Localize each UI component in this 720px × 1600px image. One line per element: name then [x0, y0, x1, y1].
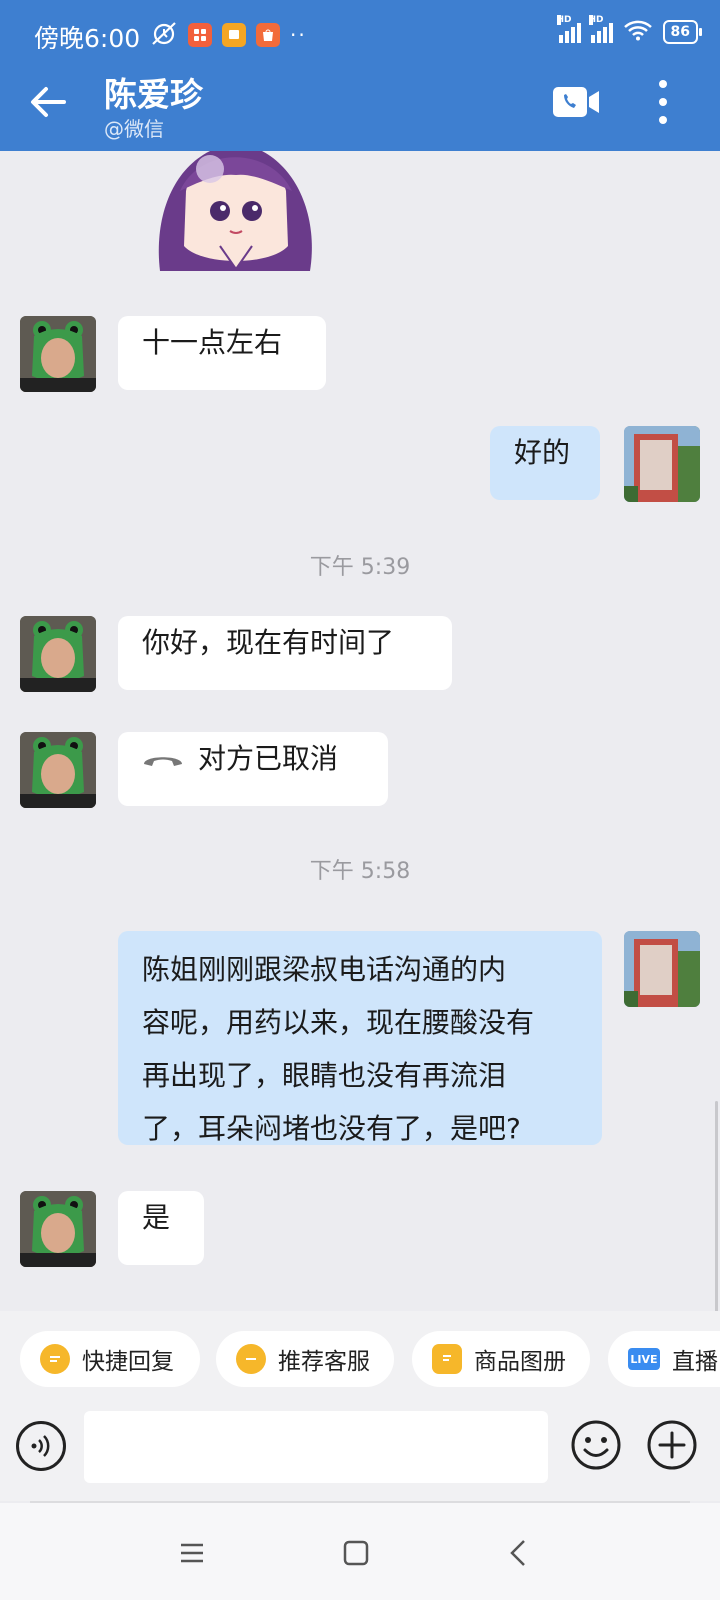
message-line: 陈姐刚刚跟梁叔电话沟通的内 — [142, 953, 507, 986]
signal-icon: HD — [556, 15, 581, 43]
contact-source: @微信 — [104, 117, 164, 141]
message-bubble-self[interactable]: 陈姐刚刚跟梁叔电话沟通的内 容呢，用药以来，现在腰酸没有 再出现了，眼睛也没有再… — [118, 931, 602, 1145]
app-notification-icon — [188, 23, 212, 47]
message-input[interactable] — [84, 1411, 548, 1483]
live-icon: LIVE — [628, 1348, 660, 1370]
quick-reply-label: 快捷回复 — [82, 1349, 174, 1375]
shop-notification-icon — [256, 23, 280, 47]
chevron-left-icon — [510, 1540, 525, 1566]
quick-actions-bar: 快捷回复 推荐客服 商品图册 LIVE 直播 — [0, 1311, 720, 1401]
product-album-icon — [432, 1344, 462, 1374]
product-album-button[interactable]: 商品图册 — [412, 1331, 590, 1387]
product-album-label: 商品图册 — [474, 1349, 566, 1375]
recommend-service-label: 推荐客服 — [278, 1349, 370, 1375]
live-button[interactable]: LIVE 直播 — [608, 1331, 720, 1387]
quick-reply-button[interactable]: 快捷回复 — [20, 1331, 200, 1387]
system-back-button[interactable] — [500, 1533, 540, 1573]
home-button[interactable] — [336, 1533, 376, 1573]
signal-icon-2: HD — [588, 15, 613, 43]
contact-avatar[interactable] — [20, 316, 96, 392]
emoji-icon — [571, 1420, 621, 1470]
timestamp: 下午 5:58 — [309, 859, 411, 884]
home-square-icon — [343, 1540, 369, 1566]
recent-apps-button[interactable] — [172, 1533, 212, 1573]
quick-reply-icon — [40, 1344, 70, 1374]
self-avatar[interactable] — [624, 931, 700, 1007]
recommend-service-icon — [236, 1344, 266, 1374]
emoji-button[interactable] — [570, 1419, 622, 1471]
message-line: 再出现了，眼睛也没有再流泪 — [142, 1059, 507, 1092]
contact-name: 陈爱珍 — [104, 75, 203, 114]
timestamp: 下午 5:39 — [309, 555, 411, 580]
call-status-text: 对方已取消 — [198, 742, 339, 775]
voice-input-button[interactable] — [16, 1421, 66, 1471]
status-notification-icons: ·· — [150, 20, 307, 50]
message-bubble[interactable]: 你好，现在有时间了 — [118, 616, 452, 690]
message-bubble[interactable]: 十一点左右 — [118, 316, 326, 390]
call-record-bubble[interactable]: 对方已取消 — [118, 732, 388, 806]
contact-avatar[interactable] — [20, 732, 96, 808]
system-navigation-bar — [0, 1503, 720, 1600]
battery-indicator: 86 — [662, 20, 703, 44]
more-notifications-icon: ·· — [290, 23, 307, 47]
message-line: 容呢，用药以来，现在腰酸没有 — [142, 1006, 535, 1039]
dot-icon — [659, 116, 667, 124]
status-right-icons: HD HD 86 — [556, 15, 703, 45]
input-bar — [0, 1401, 720, 1501]
video-call-button[interactable] — [552, 85, 600, 119]
dot-icon — [659, 80, 667, 88]
chat-messages[interactable]: 十一点左右 好的 下午 5:39 你好，现在有时间了 对方已取消 下午 5:58… — [0, 151, 720, 1311]
contact-avatar[interactable] — [20, 1191, 96, 1267]
video-call-icon — [553, 87, 599, 117]
arrow-left-icon — [31, 87, 66, 117]
more-options-button[interactable] — [656, 80, 670, 124]
recommend-service-button[interactable]: 推荐客服 — [216, 1331, 394, 1387]
chat-scrollbar[interactable] — [715, 1101, 718, 1311]
voice-icon — [31, 1435, 50, 1457]
message-notification-icon — [222, 23, 246, 47]
message-line: 了，耳朵闷堵也没有了，是吧? — [142, 1112, 521, 1145]
wifi-icon — [623, 19, 653, 45]
menu-icon — [181, 1543, 203, 1563]
live-label: 直播 — [672, 1349, 718, 1375]
contact-avatar[interactable] — [20, 616, 96, 692]
hang-up-icon — [144, 757, 182, 766]
message-bubble-self[interactable]: 好的 — [490, 426, 600, 500]
message-bubble[interactable]: 是 — [118, 1191, 204, 1265]
status-time: 傍晚6:00 — [34, 24, 141, 53]
plus-icon — [647, 1420, 697, 1470]
self-avatar[interactable] — [624, 426, 700, 502]
alarm-off-icon — [150, 20, 178, 50]
back-button[interactable] — [26, 80, 70, 124]
more-functions-button[interactable] — [646, 1419, 698, 1471]
sticker-image[interactable] — [150, 151, 322, 273]
dot-icon — [659, 98, 667, 106]
app-header: 傍晚6:00 ·· HD HD 86 陈爱珍 @微信 — [0, 0, 720, 151]
